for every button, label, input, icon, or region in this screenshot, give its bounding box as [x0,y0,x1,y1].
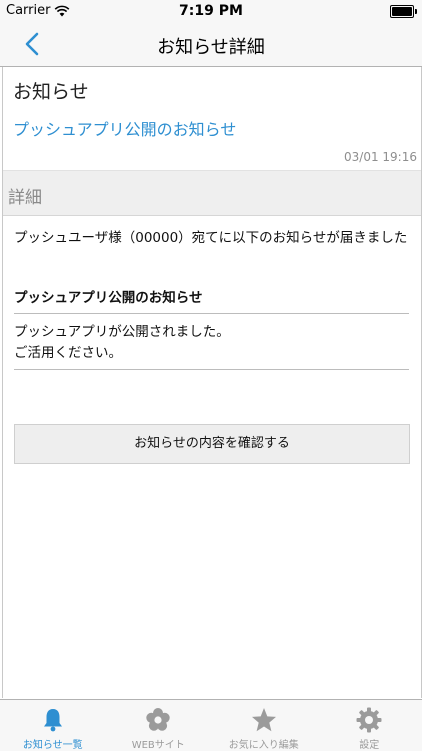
detail-subject: プッシュアプリ公開のお知らせ [14,286,202,306]
notice-date: 03/01 19:16 [344,150,417,164]
notice-title-link[interactable]: プッシュアプリ公開のお知らせ [13,116,236,140]
confirm-notice-button[interactable]: お知らせの内容を確認する [14,424,410,464]
detail-body-line: ご活用ください。 [14,343,409,364]
tab-notice-list[interactable]: お知らせ一覧 [0,700,106,751]
tab-label: お気に入り編集 [211,736,317,751]
tab-label: お知らせ一覧 [0,736,106,751]
battery-icon [390,5,414,18]
status-time: 7:19 PM [0,3,422,19]
tab-label: WEBサイト [106,736,212,751]
bell-icon [39,706,67,734]
tab-favorites-edit[interactable]: お気に入り編集 [211,700,317,751]
nav-bar: お知らせ詳細 [0,22,422,67]
status-bar: Carrier 7:19 PM [0,0,422,22]
detail-body: プッシュアプリが公開されました。 ご活用ください。 [14,322,409,364]
subject-divider [14,313,409,314]
detail-intro-text: プッシュユーザ様（00000）宛てに以下のお知らせが届きました [14,227,414,249]
battery-fill [392,7,412,16]
tab-website[interactable]: WEBサイト [106,700,212,751]
detail-section-header: 詳細 [3,170,421,216]
tab-bar: お知らせ一覧 WEBサイト お気に入り編集 [0,699,422,751]
page-title: お知らせ詳細 [0,33,422,59]
notice-detail-panel: お知らせ プッシュアプリ公開のお知らせ 03/01 19:16 詳細 プッシュユ… [2,67,422,698]
detail-body-line: プッシュアプリが公開されました。 [14,322,409,343]
tab-label: 設定 [317,736,422,751]
notice-heading: お知らせ [13,77,89,104]
body-divider [14,369,409,370]
detail-section-label: 詳細 [8,183,42,208]
star-icon [250,706,278,734]
flower-icon [144,706,172,734]
tab-settings[interactable]: 設定 [317,700,422,751]
gear-icon [355,706,383,734]
